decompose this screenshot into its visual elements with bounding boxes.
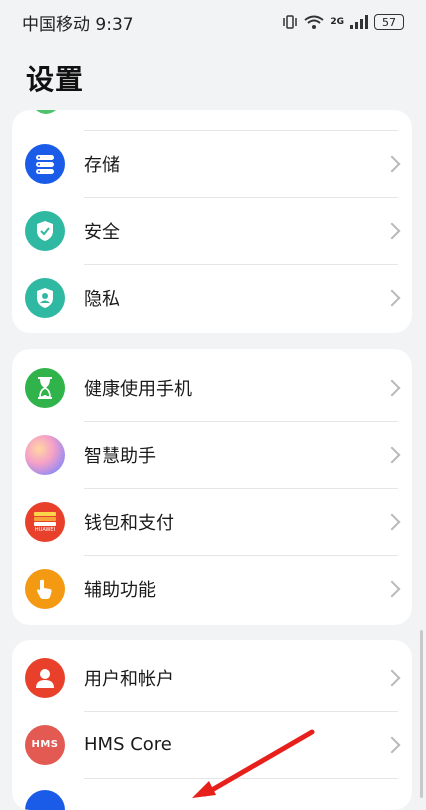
red-arrow-annotation	[192, 729, 315, 798]
